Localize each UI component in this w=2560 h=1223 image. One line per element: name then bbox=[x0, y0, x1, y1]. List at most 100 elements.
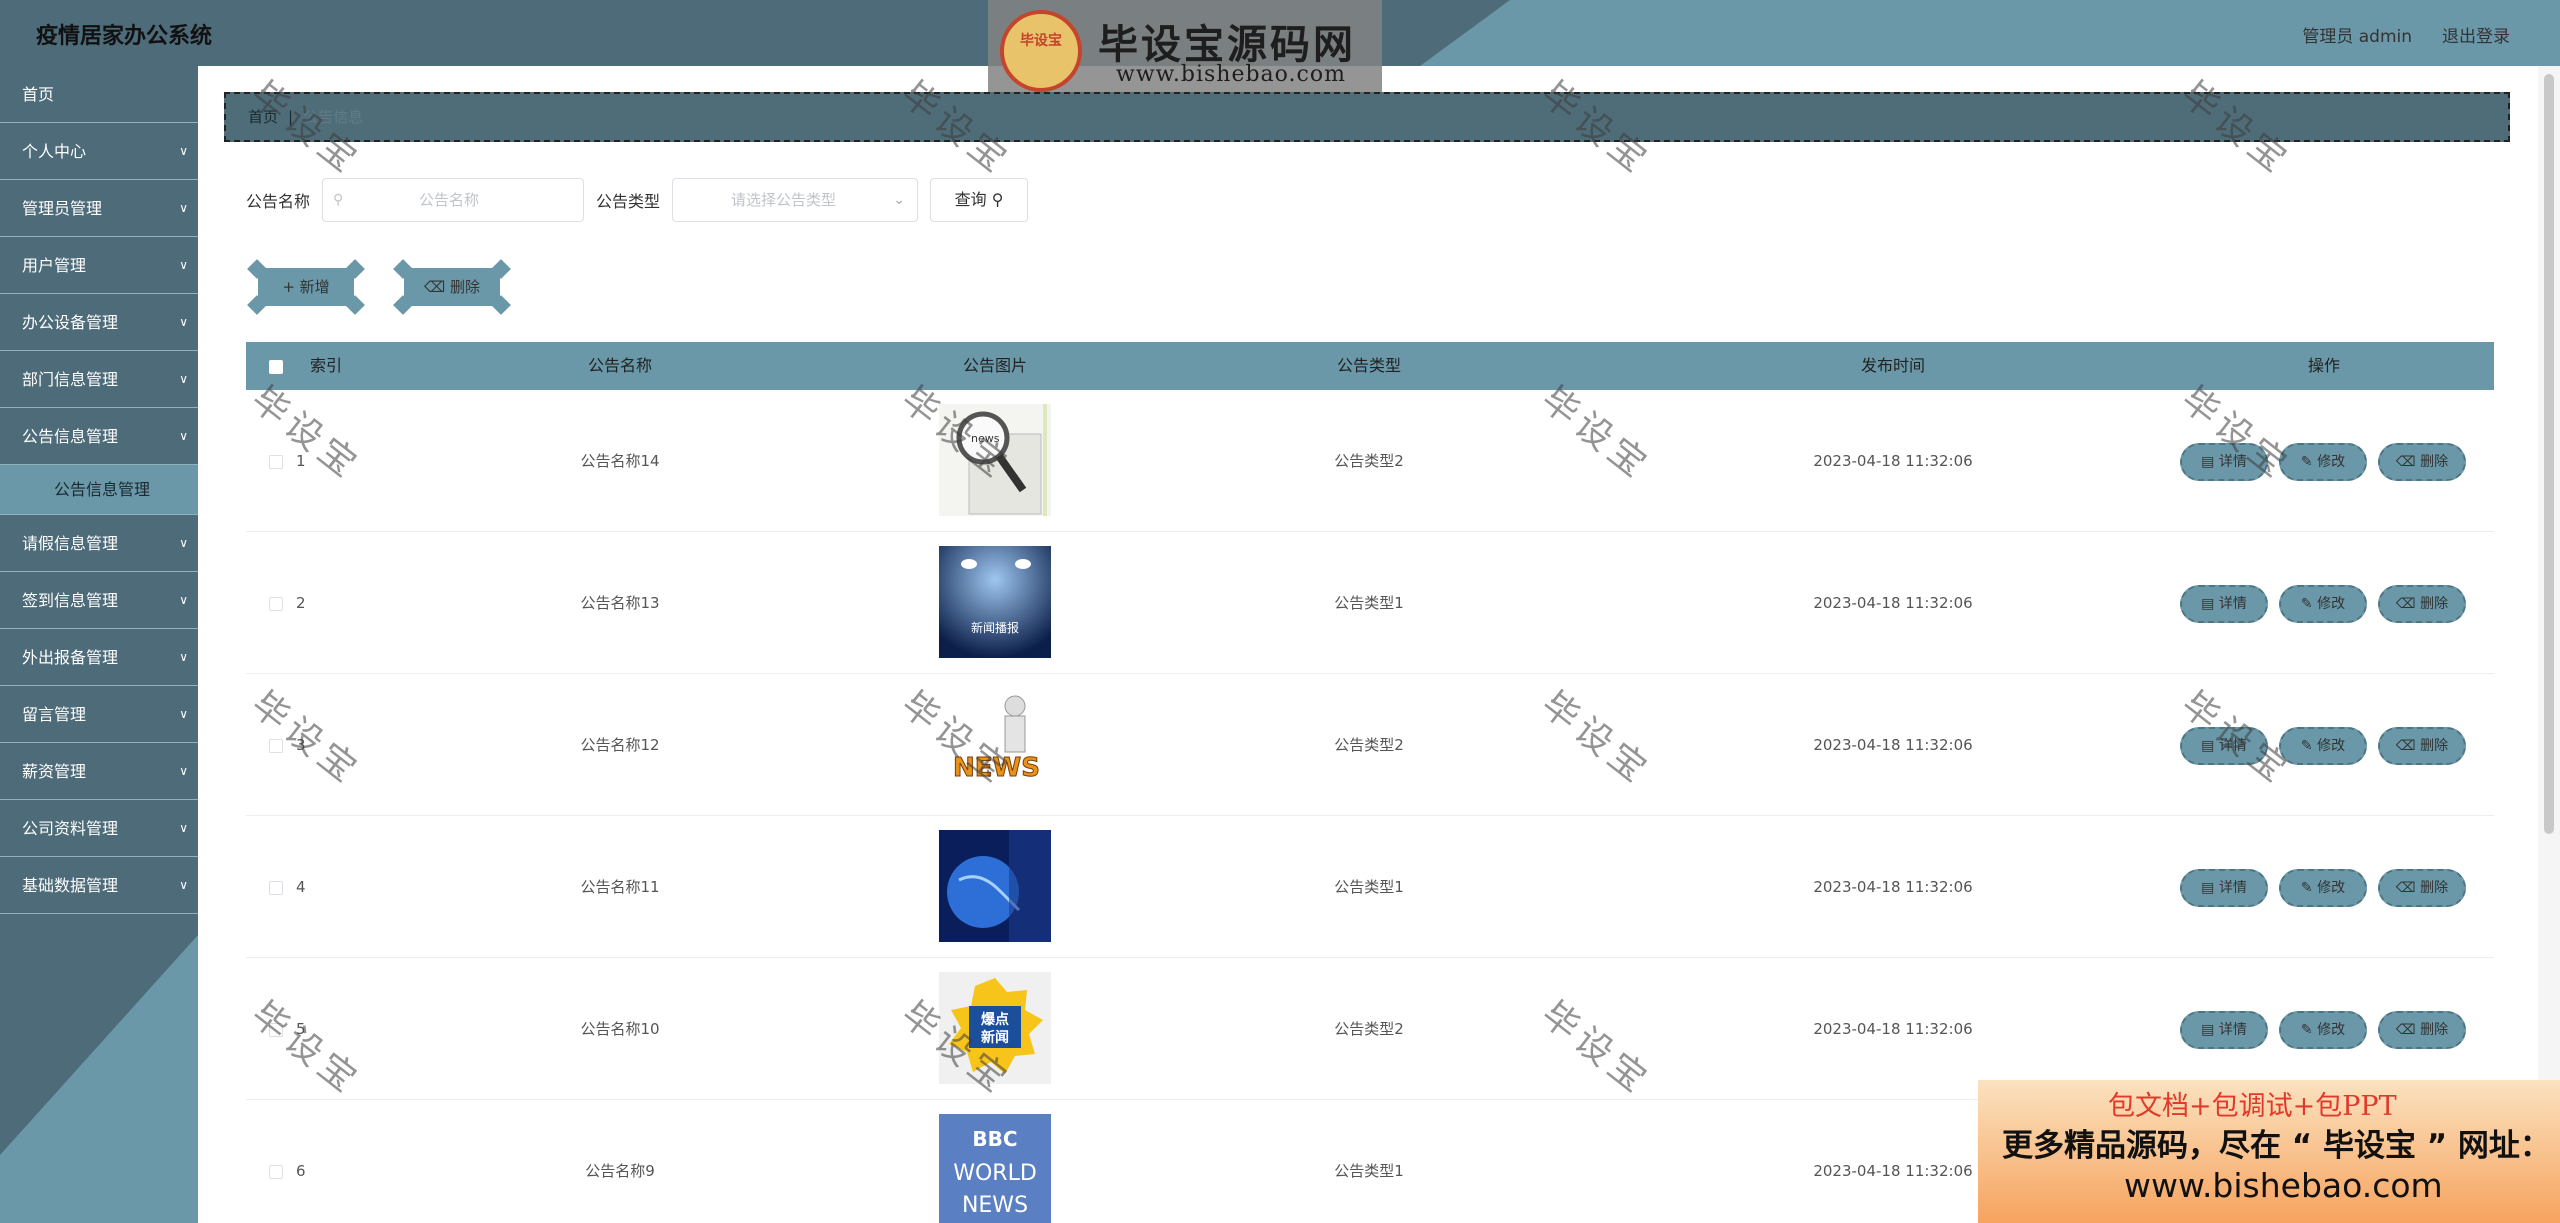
svg-text:NEWS: NEWS bbox=[962, 1193, 1028, 1218]
sidebar-item-7[interactable]: 请假信息管理 ∨ bbox=[0, 515, 198, 572]
type-select[interactable]: 请选择公告类型 ⌄ bbox=[672, 178, 919, 222]
row-type: 公告类型1 bbox=[1334, 594, 1404, 612]
sidebar-item-0[interactable]: 首页 bbox=[0, 66, 198, 123]
row-checkbox[interactable] bbox=[269, 1022, 283, 1037]
row-name: 公告名称10 bbox=[580, 1020, 660, 1038]
sidebar-item-1[interactable]: 个人中心 ∨ bbox=[0, 123, 198, 180]
search-bar: 公告名称 ⚲ 公告名称 公告类型 请选择公告类型 ⌄ 查询 ⚲ bbox=[246, 178, 1029, 222]
detail-button[interactable]: ▤ 详情 bbox=[2180, 1011, 2268, 1049]
query-button[interactable]: 查询 ⚲ bbox=[930, 178, 1029, 222]
batch-delete-button[interactable]: ⌫ 删除 bbox=[393, 259, 511, 315]
svg-text:新闻播报: 新闻播报 bbox=[971, 620, 1019, 635]
stage-news-image: 新闻播报 bbox=[939, 546, 1051, 658]
edit-button[interactable]: ✎ 修改 bbox=[2279, 585, 2367, 623]
document-icon: ▤ bbox=[2201, 1022, 2215, 1038]
table-row: 4 公告名称11 公告类型1 2023-04-18 11:32:06 ▤ 详情 ✎ 修改 ⌫… bbox=[246, 816, 2494, 958]
detail-button[interactable]: ▤ 详情 bbox=[2180, 869, 2268, 907]
edit-button[interactable]: ✎ 修改 bbox=[2279, 727, 2367, 765]
header-name: 公告名称 bbox=[587, 356, 652, 375]
svg-text:WORLD: WORLD bbox=[953, 1161, 1037, 1186]
plus-icon: + bbox=[282, 278, 295, 296]
sidebar-menu: 首页 个人中心 ∨ 管理员管理 ∨ 用户管理 ∨ 办公设备管理 ∨ 部门信息管理 ∨ 公告信息管理 ∨ 公… bbox=[0, 66, 198, 914]
row-name: 公告名称11 bbox=[580, 878, 660, 896]
row-checkbox[interactable] bbox=[269, 738, 283, 753]
add-button[interactable]: + 新增 bbox=[247, 259, 365, 315]
delete-button[interactable]: ⌫ 删除 bbox=[2378, 1011, 2466, 1049]
scrollbar-thumb[interactable] bbox=[2544, 74, 2554, 834]
edit-button[interactable]: ✎ 修改 bbox=[2279, 1011, 2367, 1049]
trash-icon: ⌫ bbox=[2395, 1022, 2416, 1038]
sidebar-item-10[interactable]: 留言管理 ∨ bbox=[0, 686, 198, 743]
sidebar-item-13[interactable]: 基础数据管理 ∨ bbox=[0, 857, 198, 914]
detail-button[interactable]: ▤ 详情 bbox=[2180, 727, 2268, 765]
table-row: 5 公告名称10 爆点 新闻 公告类型2 2023-04-18 11:32:06 ▤ 详情 ✎… bbox=[246, 958, 2494, 1100]
svg-text:NEWS: NEWS bbox=[953, 753, 1040, 783]
search-icon: ⚲ bbox=[333, 192, 344, 208]
breadcrumb-separator: | bbox=[288, 108, 294, 126]
pencil-icon: ✎ bbox=[2300, 596, 2313, 612]
chevron-down-icon: ⌄ bbox=[893, 192, 906, 208]
sidebar-item-5[interactable]: 部门信息管理 ∨ bbox=[0, 351, 198, 408]
logout-link[interactable]: 退出登录 bbox=[2442, 22, 2510, 47]
chevron-down-icon: ∨ bbox=[179, 707, 188, 721]
chevron-down-icon: ∨ bbox=[179, 315, 188, 329]
trash-icon: ⌫ bbox=[423, 278, 446, 296]
name-search-input[interactable]: ⚲ 公告名称 bbox=[322, 178, 585, 222]
header-type: 公告类型 bbox=[1336, 356, 1401, 375]
row-name: 公告名称14 bbox=[580, 452, 660, 470]
breadcrumb-current: 公告信息 bbox=[303, 108, 364, 126]
chevron-down-icon: ∨ bbox=[179, 201, 188, 215]
pencil-icon: ✎ bbox=[2300, 454, 2313, 470]
submenu-notice-management[interactable]: 公告信息管理 bbox=[0, 465, 198, 515]
row-type: 公告类型1 bbox=[1334, 1162, 1404, 1180]
svg-text:新闻: 新闻 bbox=[981, 1029, 1009, 1046]
promo-line-1: 包文档+包调试+包PPT bbox=[2108, 1091, 2397, 1122]
table-row: 1 公告名称14 news 公告类型2 2023-04-18 11:32:06 ▤ 详情 ✎… bbox=[246, 390, 2494, 532]
chevron-down-icon: ∨ bbox=[179, 821, 188, 835]
row-time: 2023-04-18 11:32:06 bbox=[1813, 452, 1973, 470]
sidebar-item-3[interactable]: 用户管理 ∨ bbox=[0, 237, 198, 294]
system-title: 疫情居家办公系统 bbox=[36, 24, 213, 49]
detail-button[interactable]: ▤ 详情 bbox=[2180, 443, 2268, 481]
chevron-down-icon: ∨ bbox=[179, 764, 188, 778]
edit-button[interactable]: ✎ 修改 bbox=[2279, 443, 2367, 481]
chevron-down-icon: ∨ bbox=[179, 650, 188, 664]
edit-button[interactable]: ✎ 修改 bbox=[2279, 869, 2367, 907]
pencil-icon: ✎ bbox=[2300, 738, 2313, 754]
row-actions: ▤ 详情 ✎ 修改 ⌫ 删除 bbox=[2180, 532, 2490, 674]
delete-button[interactable]: ⌫ 删除 bbox=[2378, 585, 2466, 623]
document-icon: ▤ bbox=[2201, 454, 2215, 470]
row-index: 5 bbox=[296, 1020, 306, 1038]
chevron-down-icon: ∨ bbox=[179, 536, 188, 550]
detail-button[interactable]: ▤ 详情 bbox=[2180, 585, 2268, 623]
select-all-checkbox[interactable] bbox=[269, 359, 283, 374]
row-checkbox[interactable] bbox=[269, 596, 283, 611]
row-name: 公告名称12 bbox=[580, 736, 660, 754]
sidebar-item-6[interactable]: 公告信息管理 ∨ bbox=[0, 408, 198, 465]
breadcrumb-home[interactable]: 首页 bbox=[248, 108, 278, 126]
pencil-icon: ✎ bbox=[2300, 1022, 2313, 1038]
delete-button[interactable]: ⌫ 删除 bbox=[2378, 727, 2466, 765]
delete-button[interactable]: ⌫ 删除 bbox=[2378, 869, 2466, 907]
sidebar-item-4[interactable]: 办公设备管理 ∨ bbox=[0, 294, 198, 351]
chevron-down-icon: ∨ bbox=[179, 144, 188, 158]
row-checkbox[interactable] bbox=[269, 454, 283, 469]
news-figure-image: NEWS bbox=[939, 688, 1051, 800]
sidebar-item-2[interactable]: 管理员管理 ∨ bbox=[0, 180, 198, 237]
promo-line-3: www.bishebao.com bbox=[2124, 1166, 2443, 1205]
sidebar-item-12[interactable]: 公司资料管理 ∨ bbox=[0, 800, 198, 857]
svg-text:爆点: 爆点 bbox=[981, 1011, 1009, 1028]
svg-text:news: news bbox=[971, 432, 1000, 445]
row-time: 2023-04-18 11:32:06 bbox=[1813, 594, 1973, 612]
row-checkbox[interactable] bbox=[269, 880, 283, 895]
row-checkbox[interactable] bbox=[269, 1164, 283, 1179]
pencil-icon: ✎ bbox=[2300, 880, 2313, 896]
sidebar-item-8[interactable]: 签到信息管理 ∨ bbox=[0, 572, 198, 629]
chevron-down-icon: ∨ bbox=[179, 593, 188, 607]
row-name: 公告名称13 bbox=[580, 594, 660, 612]
sidebar-item-11[interactable]: 薪资管理 ∨ bbox=[0, 743, 198, 800]
trash-icon: ⌫ bbox=[2395, 596, 2416, 612]
delete-button[interactable]: ⌫ 删除 bbox=[2378, 443, 2466, 481]
sidebar-item-9[interactable]: 外出报备管理 ∨ bbox=[0, 629, 198, 686]
row-type: 公告类型2 bbox=[1334, 452, 1404, 470]
